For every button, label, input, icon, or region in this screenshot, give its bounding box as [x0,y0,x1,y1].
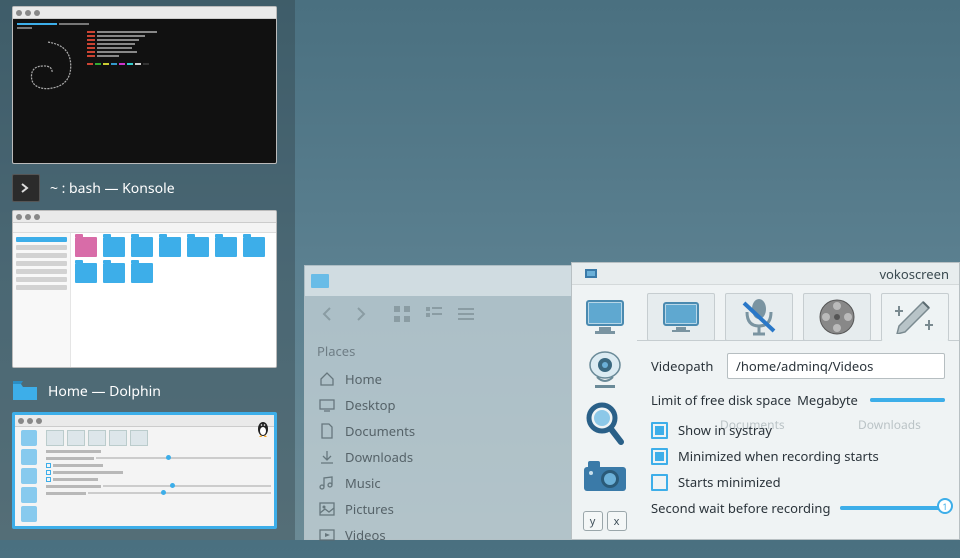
task-title: Home — Dolphin [48,382,161,401]
places-heading: Places [317,342,561,360]
countdown-value[interactable]: 1 [937,498,953,514]
vokoscreen-side-tabs: y x [572,285,637,539]
grid-icon [393,305,411,323]
places-item-downloads[interactable]: Downloads [317,444,561,470]
task-row-konsole[interactable]: ~ : bash — Konsole [6,168,289,210]
minimized-recording-row[interactable]: Minimized when recording starts [651,447,945,465]
starts-minimized-checkbox[interactable] [651,474,668,491]
top-tab-audio[interactable] [725,293,793,341]
tux-icon [256,419,270,437]
compact-icon [425,305,443,323]
freespace-label: Limit of free disk space [651,391,791,409]
top-tab-screen[interactable] [647,293,715,341]
task-switcher-panel: ~ : bash — Konsole Home — Dolphin [0,0,295,540]
videopath-input[interactable] [727,353,945,379]
places-item-music[interactable]: Music [317,470,561,496]
freespace-row: Limit of free disk space Megabyte [651,391,945,409]
hotkey-x: x [607,511,627,531]
folder-icon [311,274,329,288]
places-item-documents[interactable]: Documents [317,418,561,444]
hotkey-row: y x [583,511,627,531]
side-tab-camera[interactable] [579,454,631,502]
minimized-recording-checkbox[interactable] [651,448,668,465]
vokoscreen-top-tabs [637,285,959,341]
folder-icon [12,378,38,404]
hotkey-y: y [583,511,603,531]
places-item-videos[interactable]: Videos [317,522,561,548]
videopath-row: Videopath [651,353,945,379]
vokoscreen-titlebar[interactable]: vokoscreen [572,263,959,285]
konsole-icon [12,174,40,202]
countdown-slider[interactable]: 1 [840,506,945,510]
freespace-unit: Megabyte [797,391,858,409]
places-item-desktop[interactable]: Desktop [317,392,561,418]
countdown-row: Second wait before recording 1 [651,499,945,517]
task-title: ~ : bash — Konsole [50,179,175,198]
starts-minimized-row[interactable]: Starts minimized [651,473,945,491]
task-thumbnail-dolphin[interactable] [12,210,277,368]
dolphin-window-background: Places Home Desktop Documents Downloads … [304,265,574,540]
dolphin-toolbar [305,296,573,332]
window-title: vokoscreen [879,265,949,283]
videopath-label: Videopath [651,357,717,375]
countdown-label: Second wait before recording [651,499,830,517]
side-tab-magnifier[interactable] [579,400,631,448]
top-tab-codec[interactable] [803,293,871,341]
forward-icon [351,305,369,323]
side-tab-webcam[interactable] [579,347,631,395]
places-item-pictures[interactable]: Pictures [317,496,561,522]
show-systray-row[interactable]: Show in systray [651,421,945,439]
minimized-recording-label: Minimized when recording starts [678,447,879,465]
starts-minimized-label: Starts minimized [678,473,781,491]
debian-swirl-icon [17,37,79,99]
top-tab-misc[interactable] [881,293,949,341]
show-systray-label: Show in systray [678,421,772,439]
detail-icon [457,305,475,323]
side-tab-display[interactable] [579,293,631,341]
back-icon [319,305,337,323]
vokoscreen-window: vokoscreen y x [571,262,960,540]
vokoscreen-app-icon [584,267,598,281]
show-systray-checkbox[interactable] [651,422,668,439]
task-thumbnail-konsole[interactable] [12,6,277,164]
places-item-home[interactable]: Home [317,366,561,392]
freespace-slider[interactable] [870,398,945,402]
task-thumbnail-vokoscreen[interactable] [12,412,277,529]
task-row-dolphin[interactable]: Home — Dolphin [6,372,289,412]
